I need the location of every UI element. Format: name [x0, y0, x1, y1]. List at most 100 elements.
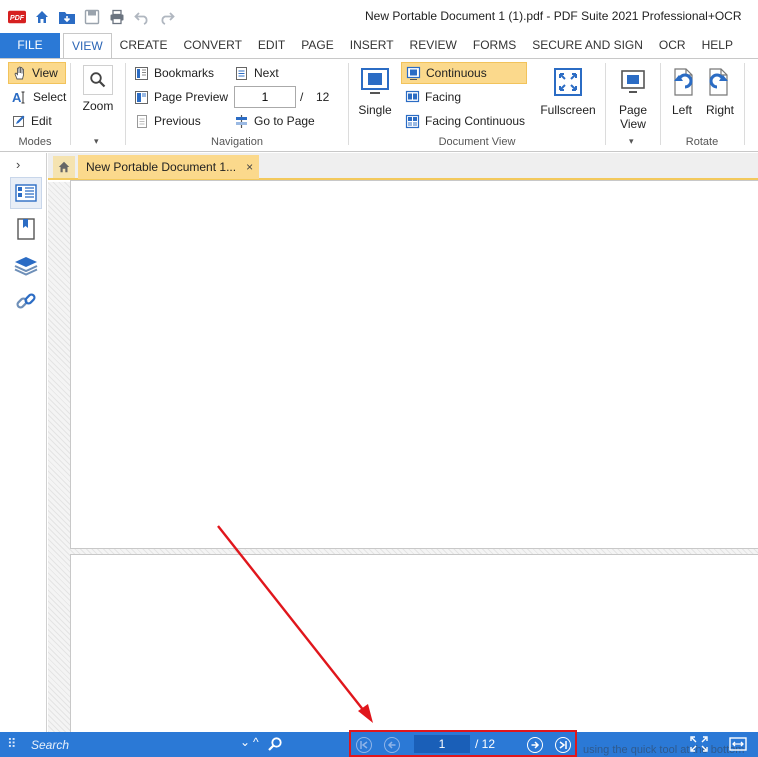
tab-review[interactable]: REVIEW [402, 33, 465, 58]
hint-text: using the quick tool at the bottom [583, 744, 745, 756]
zoom-group: Zoom ▾ [71, 59, 125, 151]
previous-button[interactable]: Previous [130, 110, 205, 132]
document-tab[interactable]: New Portable Document 1... × [78, 155, 260, 179]
thumbnails-panel-icon[interactable] [10, 177, 42, 209]
tab-insert[interactable]: INSERT [342, 33, 402, 58]
document-viewport[interactable] [48, 180, 758, 744]
svg-text:A: A [12, 90, 22, 104]
zoom-label: Zoom [82, 99, 114, 113]
links-panel-icon[interactable] [10, 285, 42, 317]
left-panel: › [0, 153, 47, 732]
navigation-group-label: Navigation [211, 136, 263, 148]
tab-help[interactable]: HELP [694, 33, 741, 58]
go-to-page-label: Go to Page [254, 114, 315, 128]
facing-continuous-button[interactable]: Facing Continuous [401, 110, 529, 132]
bookmarks-button[interactable]: Bookmarks [130, 62, 218, 84]
print-icon[interactable] [108, 8, 126, 26]
zoom-button[interactable]: Zoom [71, 61, 125, 113]
document-tab-label: New Portable Document 1... [86, 160, 237, 174]
app-logo-icon[interactable]: PDF [8, 8, 26, 26]
document-tab-strip: New Portable Document 1... × [48, 153, 758, 180]
continuous-button[interactable]: Continuous [401, 62, 527, 84]
expand-panel-chevron-icon[interactable]: › [16, 157, 20, 172]
facing-continuous-icon [405, 114, 420, 128]
close-tab-icon[interactable]: × [246, 160, 253, 174]
rotate-right-button[interactable]: Right [701, 61, 739, 117]
fit-width-icon[interactable] [729, 736, 747, 752]
go-to-page-icon [236, 114, 247, 128]
document-view-group: Single Continuous Facing Facing Continuo… [349, 59, 605, 151]
bookmarks-icon [135, 66, 148, 80]
zoom-dropdown-icon[interactable]: ▾ [94, 136, 99, 147]
tab-ocr[interactable]: OCR [651, 33, 694, 58]
rotate-left-button[interactable]: Left [663, 61, 701, 117]
tab-edit[interactable]: EDIT [250, 33, 293, 58]
search-icon[interactable] [267, 736, 283, 752]
select-mode-label: Select [33, 90, 67, 104]
tab-forms[interactable]: FORMS [465, 33, 524, 58]
rotate-right-label: Right [705, 103, 734, 117]
grip-icon[interactable]: ⠿ [7, 736, 16, 752]
facing-button[interactable]: Facing [401, 86, 465, 108]
pdf-page [70, 180, 758, 549]
rotate-group-label: Rotate [685, 136, 719, 148]
edit-pencil-icon [13, 115, 25, 127]
red-arrow-annotation [217, 525, 373, 723]
modes-group: View A Select Edit Modes [0, 59, 70, 151]
page-view-button[interactable]: Page View [606, 61, 660, 131]
modes-group-label: Modes [18, 136, 52, 148]
bookmarks-panel-icon[interactable] [10, 213, 42, 245]
home-tab-icon[interactable] [53, 156, 75, 178]
highlight-box [349, 730, 577, 757]
single-label: Single [358, 103, 392, 117]
ribbon-page-slash: / [300, 90, 304, 104]
next-label: Next [254, 66, 279, 80]
tab-view[interactable]: VIEW [63, 33, 112, 59]
select-mode-button[interactable]: A Select [8, 86, 70, 108]
search-options-chevron-icon[interactable]: ⌄ [240, 735, 250, 749]
fit-page-icon[interactable] [690, 736, 708, 752]
ribbon-view: View A Select Edit Modes Zoom ▾ Bookmark… [0, 58, 758, 152]
tab-secure-and-sign[interactable]: SECURE AND SIGN [524, 33, 651, 58]
go-to-page-button[interactable]: Go to Page [230, 110, 319, 132]
redo-icon[interactable] [158, 8, 176, 26]
continuous-icon [406, 66, 421, 80]
tab-file[interactable]: FILE [0, 33, 60, 58]
pdf-page [70, 554, 758, 744]
title-bar: PDF New Portable Document 1 (1).pdf - PD… [0, 0, 758, 33]
home-icon[interactable] [33, 8, 51, 26]
select-text-icon: A [12, 90, 25, 104]
page-view-dropdown-icon[interactable]: ▾ [629, 136, 634, 147]
edit-mode-button[interactable]: Edit [8, 110, 56, 132]
layers-panel-icon[interactable] [10, 249, 42, 281]
fullscreen-icon [551, 65, 585, 99]
magnifier-icon [83, 65, 113, 95]
facing-icon [405, 90, 420, 102]
previous-page-icon [137, 114, 147, 128]
open-file-icon[interactable] [58, 8, 76, 26]
single-page-button[interactable]: Single [353, 61, 397, 117]
search-input[interactable] [25, 735, 237, 754]
save-icon[interactable] [83, 8, 101, 26]
tab-convert[interactable]: CONVERT [175, 33, 249, 58]
document-view-group-label: Document View [438, 136, 516, 148]
page-preview-label: Page Preview [154, 90, 229, 104]
search-previous-chevron-icon[interactable]: ^ [253, 735, 259, 749]
page-preview-button[interactable]: Page Preview [130, 86, 232, 108]
undo-icon[interactable] [133, 8, 151, 26]
tab-create[interactable]: CREATE [112, 33, 176, 58]
rotate-right-icon [703, 65, 737, 99]
tab-page[interactable]: PAGE [293, 33, 341, 58]
next-button[interactable]: Next [230, 62, 283, 84]
page-view-icon [616, 65, 650, 99]
previous-label: Previous [154, 114, 201, 128]
rotate-group: Left Right Rotate [661, 59, 743, 151]
fullscreen-button[interactable]: Fullscreen [539, 61, 597, 117]
rotate-left-icon [665, 65, 699, 99]
view-mode-button[interactable]: View [8, 62, 66, 84]
view-mode-label: View [32, 66, 58, 80]
ribbon-page-number-input[interactable] [234, 86, 296, 108]
rotate-left-label: Left [671, 103, 692, 117]
ribbon-tabs: FILE VIEW CREATE CONVERT EDIT PAGE INSER… [0, 33, 758, 59]
page-view-group: Page View ▾ [606, 59, 660, 151]
